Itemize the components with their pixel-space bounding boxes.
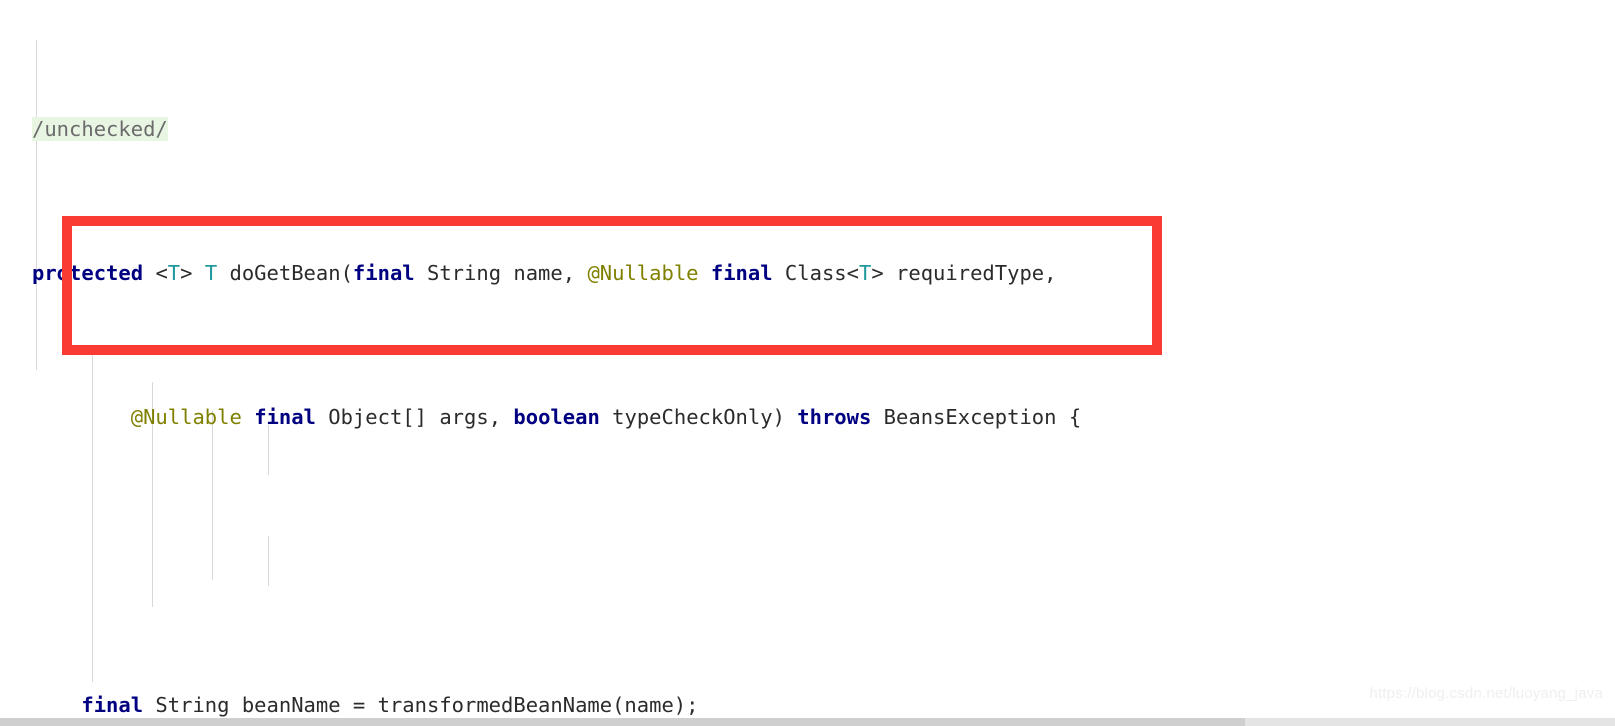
token-keyword: final — [81, 693, 144, 718]
code-line-blank[interactable] — [0, 547, 1615, 576]
token-keyword: final — [352, 261, 415, 286]
token-generic: T — [859, 261, 872, 286]
code-line[interactable]: protected <T> T doGetBean(final String n… — [0, 259, 1615, 288]
token-annotation: @Nullable — [587, 261, 699, 286]
token-annotation: @Nullable — [130, 405, 242, 430]
horizontal-scrollbar[interactable] — [0, 718, 1615, 726]
token-keyword: boolean — [513, 405, 600, 430]
code-editor-viewport: /unchecked/ protected <T> T doGetBean(fi… — [0, 0, 1615, 726]
token-keyword: final — [254, 405, 316, 430]
token-generic: T — [204, 261, 218, 286]
suppress-warnings-annotation-tag: /unchecked/ — [32, 117, 168, 142]
code-content[interactable]: /unchecked/ protected <T> T doGetBean(fi… — [0, 0, 1615, 719]
token-keyword: final — [710, 261, 773, 286]
horizontal-scrollbar-thumb[interactable] — [0, 718, 1245, 726]
code-line[interactable]: /unchecked/ — [0, 115, 1615, 144]
token-keyword: throws — [797, 405, 872, 430]
code-line[interactable]: @Nullable final Object[] args, boolean t… — [0, 403, 1615, 432]
token-generic: T — [167, 261, 181, 286]
watermark-text: https://blog.csdn.net/luoyang_java — [1369, 685, 1603, 702]
token-keyword: protected — [32, 261, 144, 286]
